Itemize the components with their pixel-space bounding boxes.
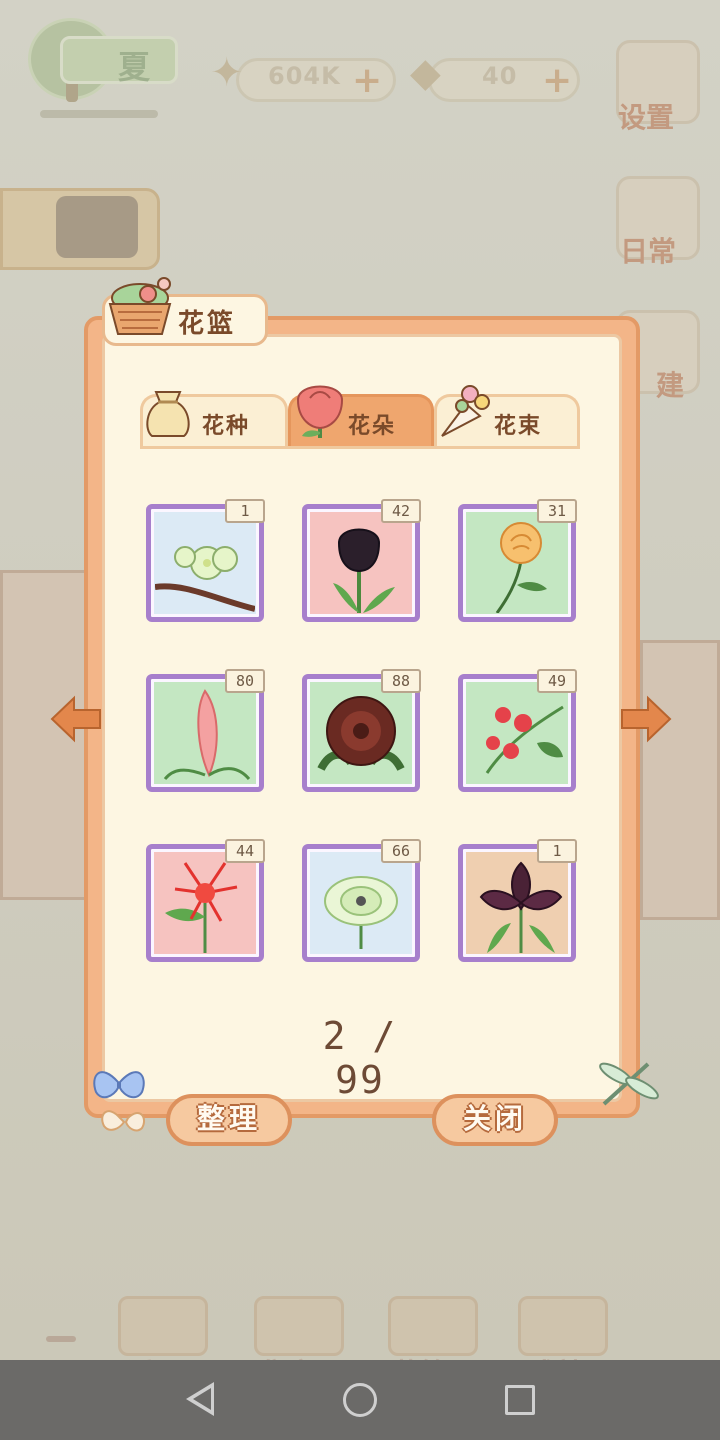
sort-button[interactable]: 整理 [166, 1094, 292, 1146]
dragonfly-icon [599, 1062, 659, 1106]
flower-count: 1 [537, 839, 577, 863]
build-label: 建 [656, 369, 685, 402]
add-cheese-button[interactable]: + [542, 60, 572, 101]
butterfly-icon [93, 1071, 146, 1132]
season-progress-bar [40, 110, 158, 118]
dark-iris-icon [479, 861, 563, 953]
next-page-arrow-icon[interactable] [618, 694, 674, 744]
red-spider-lily-icon [165, 862, 238, 953]
briefcase-icon [56, 196, 138, 258]
settings-label: 设置 [618, 101, 675, 134]
flower-slot-pink-celosia[interactable]: 80 [146, 669, 265, 792]
flower-slot-spider-lily[interactable]: 44 [146, 839, 265, 962]
collapse-handle[interactable] [46, 1336, 76, 1342]
tabs-divider [140, 446, 580, 449]
cheese-currency-value: 40 [482, 62, 518, 90]
flower-slot-orange-rose[interactable]: 31 [458, 499, 577, 622]
flower-count: 1 [225, 499, 265, 523]
page-indicator: 2 / 99 [322, 1014, 398, 1102]
market-nav-icon[interactable] [254, 1296, 344, 1356]
add-fish-button[interactable]: + [352, 60, 382, 101]
house-right [640, 640, 720, 920]
season-label: 夏 [118, 48, 151, 86]
flower-count: 80 [225, 669, 265, 693]
dark-peony-icon [317, 696, 405, 772]
flower-count: 49 [537, 669, 577, 693]
tab-seeds-label: 花种 [202, 414, 251, 439]
rose-icon [296, 385, 344, 438]
flower-slot-white-blossom[interactable]: 1 [146, 499, 265, 622]
back-nav-icon[interactable] [118, 1296, 208, 1356]
achievement-nav-icon[interactable] [518, 1296, 608, 1356]
white-blossom-icon [155, 546, 255, 612]
seed-bag-icon [146, 391, 190, 437]
flower-slot-white-green[interactable]: 66 [302, 839, 421, 962]
flower-slot-dark-peony[interactable]: 88 [302, 669, 421, 792]
white-green-flower-icon [324, 876, 398, 949]
basket-icon [108, 277, 172, 335]
red-flower-cluster-icon [485, 705, 564, 774]
orange-rose-icon [495, 522, 547, 613]
flower-slot-red-cluster[interactable]: 49 [458, 669, 577, 792]
tab-bouquets-label: 花束 [494, 414, 543, 439]
panel-title: 花篮 [178, 309, 237, 339]
tab-flowers-label: 花朵 [348, 414, 397, 439]
flower-slot-black-tulip[interactable]: 42 [302, 499, 421, 622]
flower-count: 66 [381, 839, 421, 863]
fish-currency-value: 604K [268, 62, 341, 90]
bouquet-icon [441, 385, 490, 437]
pink-celosia-icon [163, 689, 251, 781]
flower-count: 88 [381, 669, 421, 693]
flower-slot-dark-iris[interactable]: 1 [458, 839, 577, 962]
cheese-icon: ◆ [410, 50, 441, 96]
black-tulip-icon [333, 528, 395, 613]
flower-count: 44 [225, 839, 265, 863]
close-button[interactable]: 关闭 [432, 1094, 558, 1146]
fish-bone-icon: ✦ [210, 50, 244, 96]
prev-page-arrow-icon[interactable] [48, 694, 104, 744]
flower-count: 31 [537, 499, 577, 523]
flower-count: 42 [381, 499, 421, 523]
basket-nav-icon[interactable] [388, 1296, 478, 1356]
daily-label: 日常 [620, 235, 677, 268]
system-back-icon-inner [193, 1388, 211, 1410]
system-recents-icon[interactable] [505, 1385, 535, 1415]
system-home-icon[interactable] [343, 1383, 377, 1417]
